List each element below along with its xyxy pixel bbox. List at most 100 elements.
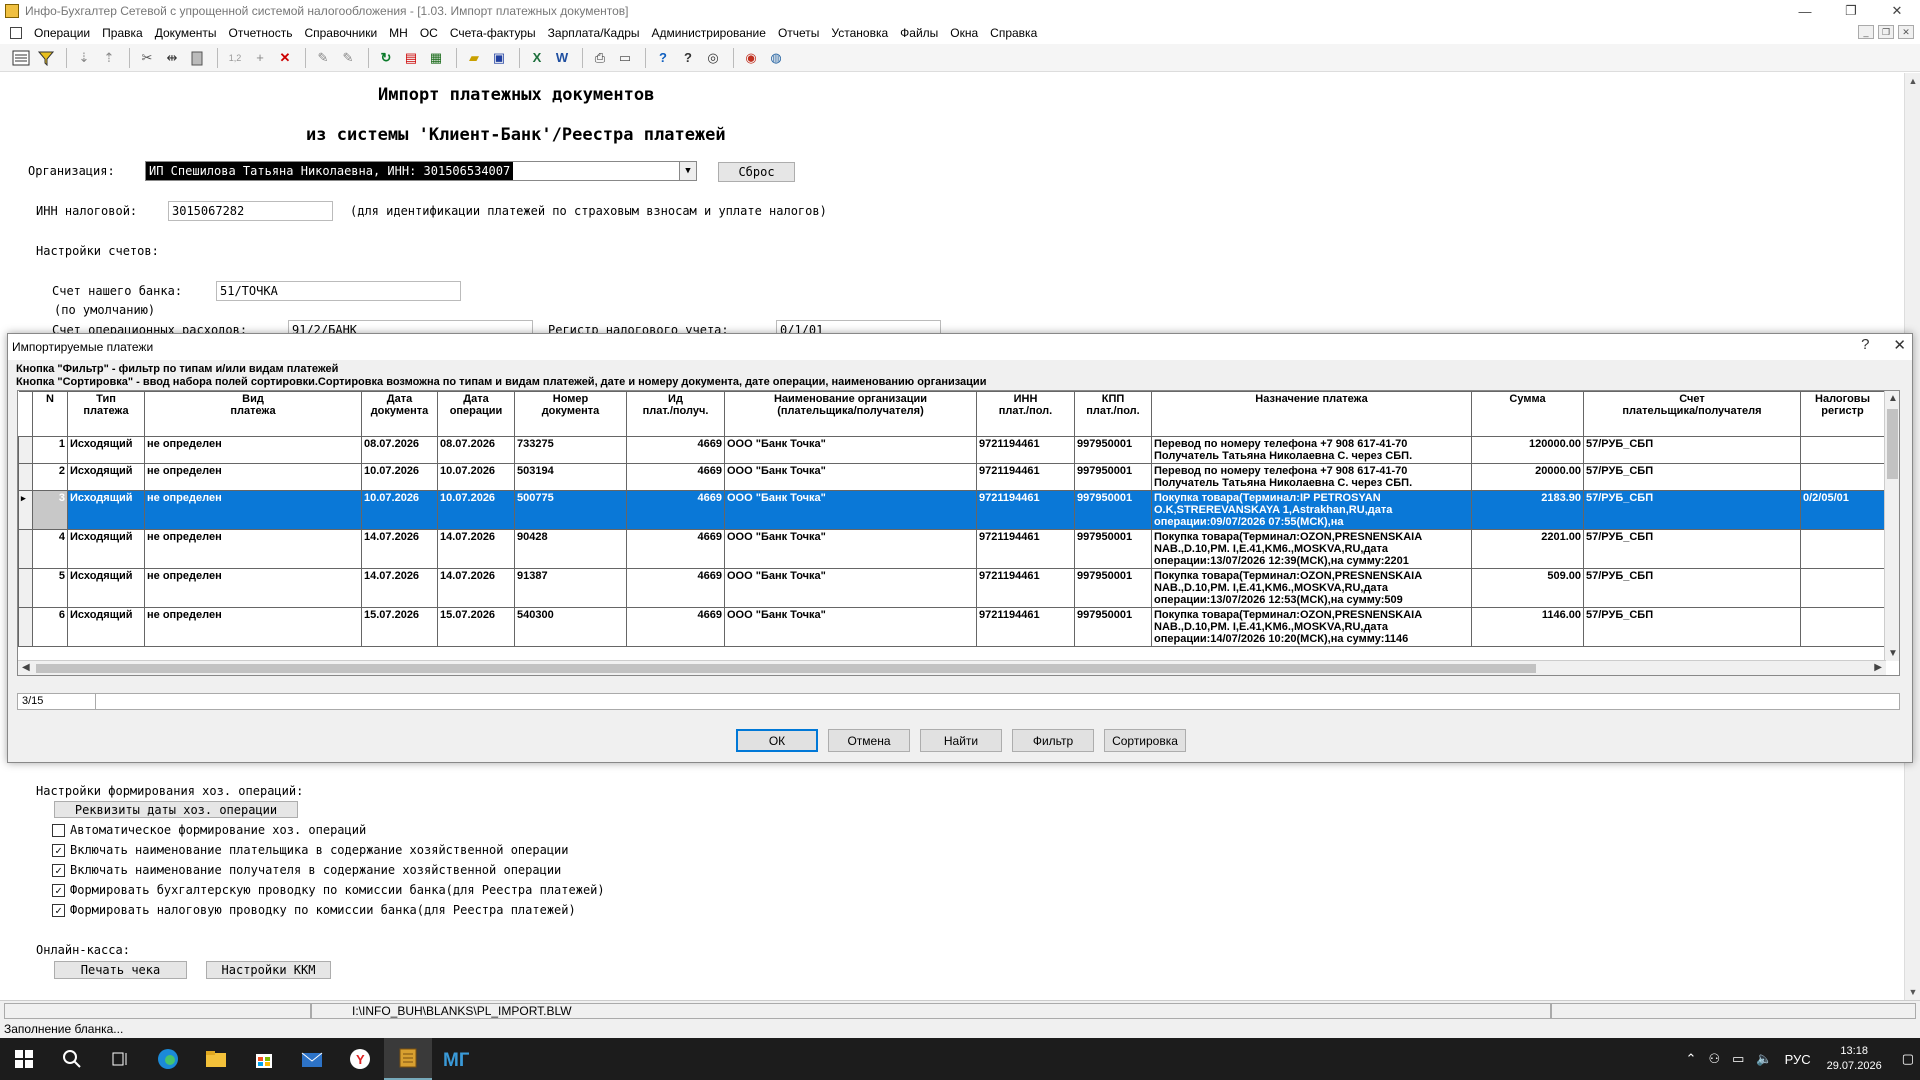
cell-doc-date[interactable]: 14.07.2026 (361, 529, 438, 569)
cell-type[interactable]: Исходящий (67, 568, 145, 608)
excel-icon[interactable]: X (526, 47, 548, 69)
col-header-org[interactable]: Наименование организации (плательщика/пол… (724, 391, 977, 437)
mg-app-icon[interactable]: MГ (432, 1038, 480, 1080)
cell-account[interactable]: 57/РУБ_СБП (1583, 463, 1801, 491)
checkbox-include-payer[interactable]: ✓ Включать наименование плательщика в со… (52, 843, 569, 857)
cell-type[interactable]: Исходящий (67, 529, 145, 569)
menu-reporting[interactable]: Отчетность (223, 26, 299, 40)
cell-org[interactable]: ООО "Банк Точка" (724, 529, 977, 569)
menu-install[interactable]: Установка (825, 26, 894, 40)
menu-references[interactable]: Справочники (298, 26, 383, 40)
cell-sum[interactable]: 120000.00 (1471, 436, 1584, 464)
cancel-button[interactable]: Отмена (828, 729, 910, 752)
print-check-button[interactable]: Печать чека (54, 961, 187, 979)
cut-icon[interactable]: ✂ (136, 47, 158, 69)
cell-n[interactable]: 2 (32, 463, 68, 491)
cell-kind[interactable]: не определен (144, 568, 362, 608)
cell-n[interactable]: 5 (32, 568, 68, 608)
cell-type[interactable]: Исходящий (67, 463, 145, 491)
form-icon[interactable] (10, 47, 32, 69)
cell-account[interactable]: 57/РУБ_СБП (1583, 436, 1801, 464)
grid-vertical-scrollbar[interactable]: ▲ ▼ (1884, 391, 1899, 661)
scroll-up-arrow-icon[interactable]: ▲ (1905, 73, 1920, 89)
col-header-sum[interactable]: Сумма (1471, 391, 1584, 437)
checkbox[interactable]: ✓ (52, 903, 65, 917)
cell-doc-no[interactable]: 733275 (514, 436, 627, 464)
cell-id[interactable]: 4669 (626, 568, 725, 608)
cell-id[interactable]: 4669 (626, 607, 725, 647)
col-header-op-date[interactable]: Дата операции (437, 391, 515, 437)
row-indicator[interactable] (18, 529, 33, 569)
cell-account[interactable]: 57/РУБ_СБП (1583, 607, 1801, 647)
col-header-account[interactable]: Счет плательщика/получателя (1583, 391, 1801, 437)
row-indicator[interactable] (18, 436, 33, 464)
restore-button[interactable]: ❐ (1828, 0, 1874, 22)
scroll-up-arrow-icon[interactable]: ▲ (1888, 393, 1898, 404)
cell-account[interactable]: 57/РУБ_СБП (1583, 568, 1801, 608)
cell-sum[interactable]: 20000.00 (1471, 463, 1584, 491)
menu-reports[interactable]: Отчеты (772, 26, 825, 40)
sort-button[interactable]: Сортировка (1104, 729, 1186, 752)
cell-purpose[interactable]: Покупка товара(Терминал:OZON,PRESNENSKAI… (1151, 529, 1472, 569)
clock[interactable]: 13:18 29.07.2026 (1827, 1044, 1882, 1074)
start-windows-icon[interactable] (0, 1038, 48, 1080)
cell-kpp[interactable]: 997950001 (1074, 490, 1152, 530)
menu-mn[interactable]: МН (383, 26, 414, 40)
table-row[interactable]: ▸ 3 Исходящий не определен 10.07.2026 10.07.2… (18, 490, 1885, 530)
cell-account[interactable]: 57/РУБ_СБП (1583, 490, 1801, 530)
cell-org[interactable]: ООО "Банк Точка" (724, 568, 977, 608)
globe-icon[interactable]: ◍ (765, 47, 787, 69)
cell-inn[interactable]: 9721194461 (976, 490, 1075, 530)
cell-doc-no[interactable]: 503194 (514, 463, 627, 491)
table-row[interactable]: 6 Исходящий не определен 15.07.2026 15.07.20… (18, 607, 1885, 647)
hoz-date-button[interactable]: Реквизиты даты хоз. операции (54, 801, 298, 818)
reset-button[interactable]: Сброс (718, 162, 795, 182)
table-row[interactable]: 4 Исходящий не определен 14.07.2026 14.07.20… (18, 529, 1885, 569)
cell-tax-register[interactable] (1800, 568, 1885, 608)
volume-icon[interactable]: 🔈 (1756, 1051, 1772, 1067)
grid-hscroll-thumb[interactable] (36, 664, 1536, 673)
cell-doc-date[interactable]: 10.07.2026 (361, 490, 438, 530)
row-indicator[interactable] (18, 568, 33, 608)
menu-operations[interactable]: Операции (28, 26, 96, 40)
menu-windows[interactable]: Окна (944, 26, 984, 40)
search-icon[interactable] (48, 1038, 96, 1080)
checkbox[interactable]: ✓ (52, 883, 65, 897)
mail-icon[interactable] (288, 1038, 336, 1080)
calc-icon[interactable]: ▦ (425, 47, 447, 69)
cell-doc-no[interactable]: 91387 (514, 568, 627, 608)
yandex-browser-icon[interactable]: Y (336, 1038, 384, 1080)
cell-kpp[interactable]: 997950001 (1074, 607, 1152, 647)
tool2-icon[interactable]: ✎ (337, 47, 359, 69)
menu-admin[interactable]: Администрирование (646, 26, 772, 40)
numbering-icon[interactable]: 1,2 (224, 47, 246, 69)
cell-op-date[interactable]: 14.07.2026 (437, 529, 515, 569)
print-icon[interactable]: ⎙ (589, 47, 611, 69)
cell-doc-date[interactable]: 14.07.2026 (361, 568, 438, 608)
menu-os[interactable]: ОС (414, 26, 444, 40)
col-header-kind[interactable]: Вид платежа (144, 391, 362, 437)
cell-org[interactable]: ООО "Банк Точка" (724, 607, 977, 647)
cell-kpp[interactable]: 997950001 (1074, 568, 1152, 608)
org-select[interactable]: ИП Спешилова Татьяна Николаевна, ИНН: 30… (145, 161, 697, 181)
cell-kind[interactable]: не определен (144, 436, 362, 464)
col-header-kpp[interactable]: КПП плат./пол. (1074, 391, 1152, 437)
menu-salary[interactable]: Зарплата/Кадры (542, 26, 646, 40)
refresh-icon[interactable]: ↻ (375, 47, 397, 69)
scroll-right-arrow-icon[interactable]: ▶ (1874, 662, 1882, 673)
cell-id[interactable]: 4669 (626, 436, 725, 464)
row-indicator-arrow-icon[interactable]: ▸ (18, 490, 33, 530)
col-header-doc-date[interactable]: Дата документа (361, 391, 438, 437)
menu-edit[interactable]: Правка (96, 26, 149, 40)
cell-type[interactable]: Исходящий (67, 607, 145, 647)
col-header-purpose[interactable]: Назначение платежа (1151, 391, 1472, 437)
col-header-type[interactable]: Тип платежа (67, 391, 145, 437)
delete-icon[interactable]: ✕ (274, 47, 296, 69)
scroll-down-arrow-icon[interactable]: ▼ (1888, 648, 1898, 659)
cell-kind[interactable]: не определен (144, 529, 362, 569)
mdi-minimize-button[interactable]: _ (1858, 25, 1874, 39)
scroll-left-arrow-icon[interactable]: ◀ (22, 662, 30, 673)
cell-id[interactable]: 4669 (626, 490, 725, 530)
preview-icon[interactable]: ▭ (614, 47, 636, 69)
compass-icon[interactable]: ◎ (702, 47, 724, 69)
